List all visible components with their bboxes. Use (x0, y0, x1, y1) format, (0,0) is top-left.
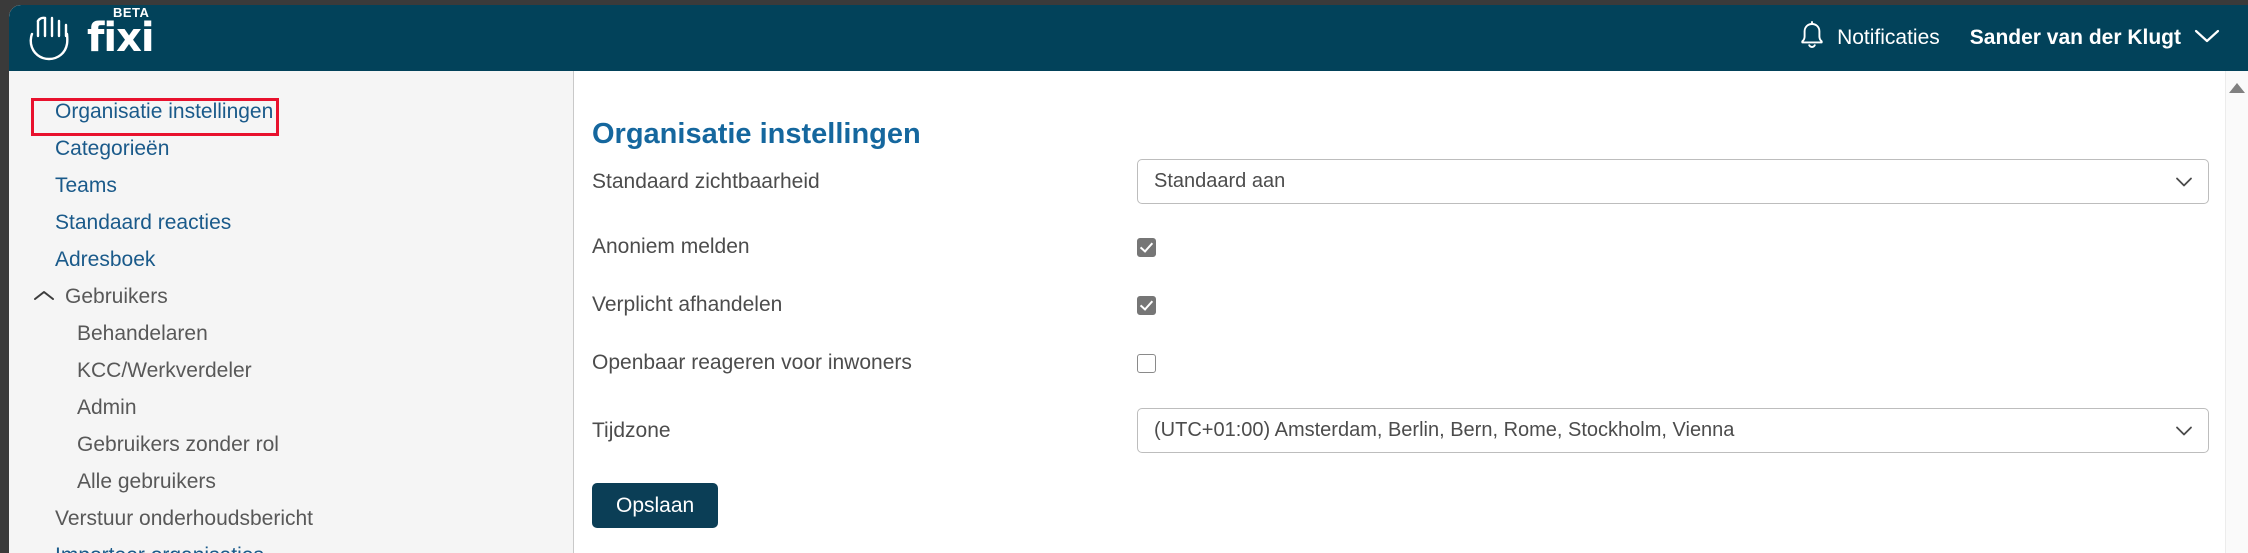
sidebar-item-organisatie-instellingen[interactable]: Organisatie instellingen (9, 93, 573, 130)
sidebar-item-label: Organisatie instellingen (55, 100, 274, 123)
bell-icon (1799, 21, 1825, 55)
sidebar-item-kcc-werkverdeler[interactable]: KCC/Werkverdeler (9, 352, 573, 389)
main-panel: Organisatie instellingen Standaard zicht… (574, 71, 2248, 553)
sidebar-nav: Organisatie instellingen Categorieën Tea… (9, 71, 574, 553)
notifications-label: Notificaties (1837, 26, 1940, 49)
notifications-button[interactable]: Notificaties (1799, 21, 1940, 55)
field-label-openbaar-reageren: Openbaar reageren voor inwoners (592, 351, 912, 374)
sidebar-item-verstuur-onderhoudsbericht[interactable]: Verstuur onderhoudsbericht (9, 500, 573, 537)
sidebar-item-gebruikers-zonder-rol[interactable]: Gebruikers zonder rol (9, 426, 573, 463)
logo-fixi-text: fixi (87, 15, 155, 61)
sidebar-item-label: Gebruikers (65, 285, 168, 308)
openbaar-reageren-checkbox[interactable] (1137, 353, 1156, 373)
verplicht-afhandelen-checkbox[interactable] (1137, 295, 1156, 315)
sidebar-item-label: Gebruikers zonder rol (77, 433, 279, 456)
sidebar-item-adresboek[interactable]: Adresboek (9, 241, 573, 278)
save-button[interactable]: Opslaan (592, 483, 719, 528)
sidebar-item-alle-gebruikers[interactable]: Alle gebruikers (9, 463, 573, 500)
browser-window: fixi BETA Notificaties Sander van der Kl… (9, 5, 2248, 553)
content-area: Organisatie instellingen Categorieën Tea… (9, 71, 2248, 553)
sidebar-item-label: Admin (77, 396, 137, 419)
app-logo[interactable]: fixi BETA (25, 5, 155, 61)
select-value: (UTC+01:00) Amsterdam, Berlin, Bern, Rom… (1154, 419, 1735, 441)
sidebar-item-label: Behandelaren (77, 322, 208, 345)
sidebar-item-importeer-organisaties[interactable]: Importeer organisaties (9, 537, 573, 553)
field-row-verplicht-afhandelen: Verplicht afhandelen (592, 290, 2248, 320)
anoniem-melden-checkbox[interactable] (1137, 237, 1156, 257)
field-control-standaard-zichtbaarheid: Standaard aan (1137, 159, 2248, 204)
field-control-openbaar-reageren (1137, 353, 2248, 373)
sidebar-item-label: Categorieën (55, 137, 170, 160)
field-control-verplicht-afhandelen (1137, 295, 2248, 315)
standaard-zichtbaarheid-select[interactable]: Standaard aan (1137, 159, 2209, 204)
organisation-settings-form: Standaard zichtbaarheid Standaard aan An… (592, 159, 2248, 528)
chevron-down-icon (2175, 170, 2193, 193)
field-label-standaard-zichtbaarheid: Standaard zichtbaarheid (592, 169, 820, 193)
sidebar-item-admin[interactable]: Admin (9, 389, 573, 426)
field-label-tijdzone: Tijdzone (592, 418, 671, 442)
field-control-tijdzone: (UTC+01:00) Amsterdam, Berlin, Bern, Rom… (1137, 408, 2248, 453)
page-scrollbar[interactable] (2225, 71, 2248, 553)
sidebar-item-label: Standaard reacties (55, 211, 232, 234)
field-row-anoniem-melden: Anoniem melden (592, 232, 2248, 262)
field-label-verplicht-afhandelen: Verplicht afhandelen (592, 293, 783, 316)
sidebar-item-label: Teams (55, 174, 117, 197)
sidebar-item-gebruikers[interactable]: Gebruikers (9, 278, 573, 315)
header-right-group: Notificaties Sander van der Klugt (1799, 21, 2220, 55)
field-row-standaard-zichtbaarheid: Standaard zichtbaarheid Standaard aan (592, 159, 2248, 204)
sidebar-item-label: Importeer organisaties (55, 544, 264, 553)
field-label-anoniem-melden: Anoniem melden (592, 235, 750, 258)
chevron-down-icon (2175, 419, 2193, 442)
sidebar-item-label: KCC/Werkverdeler (77, 359, 252, 382)
logo-beta-badge: BETA (113, 5, 150, 20)
select-value: Standaard aan (1154, 170, 1286, 192)
sidebar-item-label: Adresboek (55, 248, 156, 271)
app-header: fixi BETA Notificaties Sander van der Kl… (9, 5, 2248, 71)
sidebar-item-organisatie-instellingen-wrap: Organisatie instellingen (9, 93, 573, 136)
sidebar-item-label: Alle gebruikers (77, 470, 216, 493)
logo-wordmark: fixi BETA (87, 5, 155, 61)
field-control-anoniem-melden (1137, 237, 2248, 257)
tijdzone-select[interactable]: (UTC+01:00) Amsterdam, Berlin, Bern, Rom… (1137, 408, 2209, 453)
user-menu-button[interactable]: Sander van der Klugt (1970, 26, 2220, 50)
field-row-openbaar-reageren: Openbaar reageren voor inwoners (592, 348, 2248, 378)
page-title: Organisatie instellingen (592, 118, 921, 151)
sidebar-item-categorieen[interactable]: Categorieën (9, 130, 573, 167)
sidebar-item-standaard-reacties[interactable]: Standaard reacties (9, 204, 573, 241)
sidebar-item-label: Verstuur onderhoudsbericht (55, 507, 313, 530)
triangle-up-icon[interactable] (2229, 83, 2245, 93)
chevron-down-icon (2194, 26, 2220, 50)
hand-wave-icon (25, 15, 77, 61)
field-row-tijdzone: Tijdzone (UTC+01:00) Amsterdam, Berlin, … (592, 408, 2248, 453)
user-name-label: Sander van der Klugt (1969, 26, 2181, 49)
sidebar-item-behandelaren[interactable]: Behandelaren (9, 315, 573, 352)
chevron-up-icon (33, 286, 55, 307)
sidebar-item-teams[interactable]: Teams (9, 167, 573, 204)
